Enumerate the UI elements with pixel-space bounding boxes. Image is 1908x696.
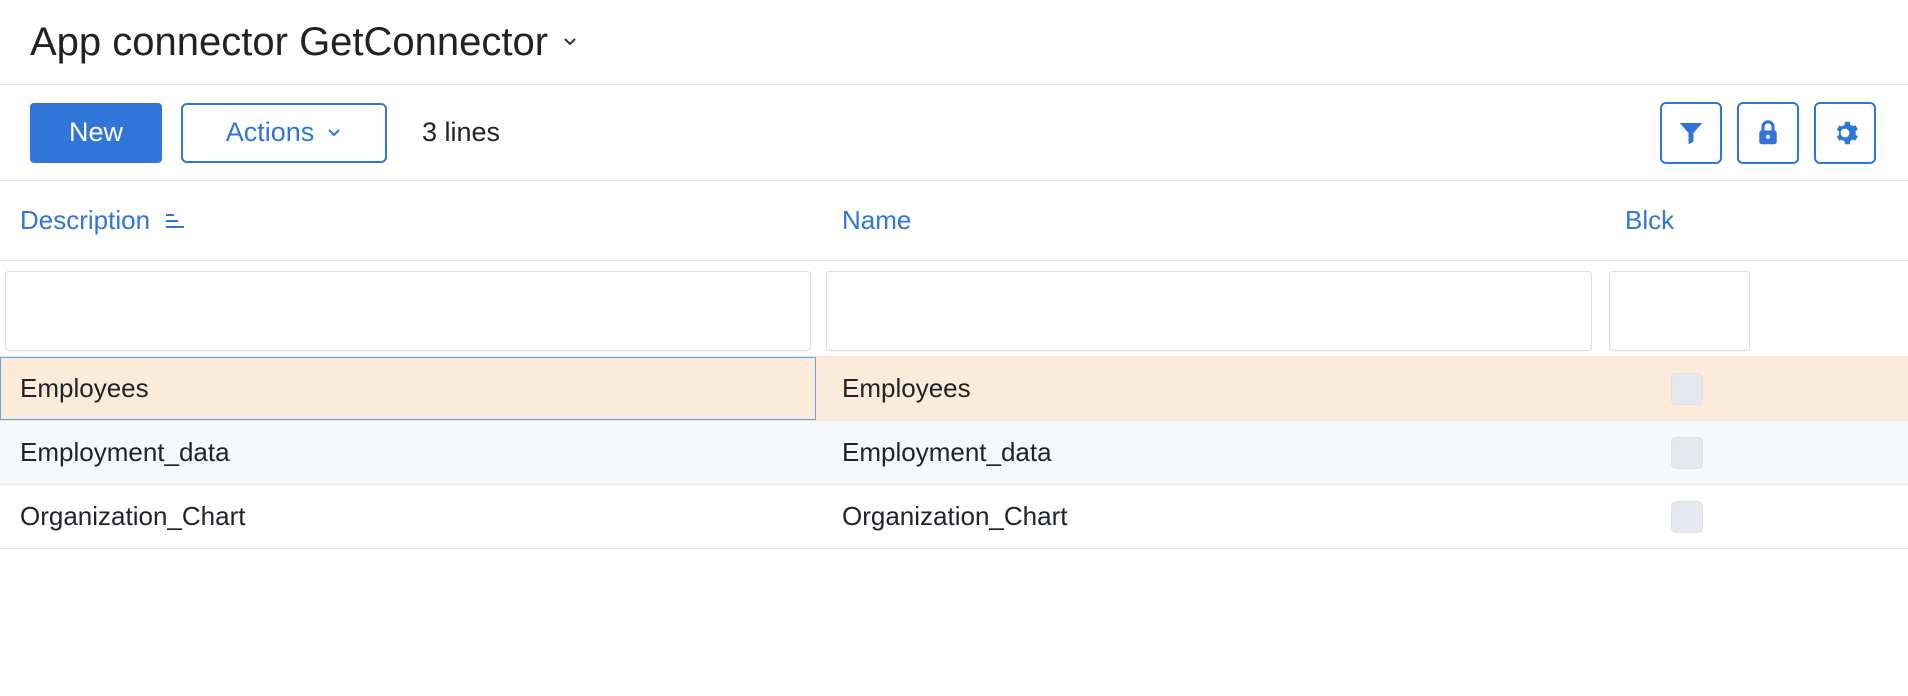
column-header-label: Blck	[1625, 205, 1675, 235]
column-header-label: Description	[20, 205, 151, 235]
blck-cell	[1669, 421, 1704, 484]
column-header-description[interactable]: Description	[20, 181, 188, 260]
line-count: 3 lines	[422, 117, 501, 147]
toolbar-icon-group	[1660, 102, 1876, 164]
lock-icon	[1759, 120, 1777, 145]
table-row[interactable]: Employees Employees	[0, 357, 1908, 421]
name-cell[interactable]: Employment_data	[842, 421, 1052, 484]
description-filter-input[interactable]	[5, 271, 811, 351]
settings-button[interactable]	[1814, 102, 1876, 164]
name-filter-input[interactable]	[826, 271, 1592, 351]
table-header: Description Name Blck	[0, 181, 1908, 261]
column-header-label: Name	[842, 205, 912, 235]
name-cell[interactable]: Organization_Chart	[842, 485, 1067, 548]
filter-row	[0, 261, 1908, 357]
actions-label: Actions	[225, 117, 315, 147]
description-cell[interactable]: Employees	[20, 357, 149, 420]
chevron-down-icon	[328, 128, 340, 136]
chevron-down-icon[interactable]	[562, 34, 578, 50]
lock-button[interactable]	[1737, 102, 1799, 164]
description-cell[interactable]: Organization_Chart	[20, 485, 245, 548]
blck-checkbox[interactable]	[1670, 372, 1703, 405]
gear-icon	[1836, 121, 1858, 145]
actions-dropdown-button[interactable]: Actions	[181, 102, 387, 163]
column-header-name[interactable]: Name	[842, 181, 911, 260]
blck-filter-input[interactable]	[1609, 271, 1750, 351]
filter-icon	[1679, 123, 1703, 145]
page-title: App connector GetConnector	[30, 19, 549, 64]
filter-button[interactable]	[1660, 102, 1722, 164]
title-bar: App connector GetConnector	[0, 0, 1908, 85]
description-cell[interactable]: Employment_data	[20, 421, 230, 484]
blck-checkbox[interactable]	[1670, 436, 1703, 469]
toolbar: New Actions 3 lines	[0, 85, 1908, 181]
blck-cell	[1669, 357, 1704, 420]
table-row[interactable]: Organization_Chart Organization_Chart	[0, 485, 1908, 549]
new-button[interactable]: New	[30, 102, 162, 163]
sort-ascending-icon	[166, 213, 185, 228]
table-row[interactable]: Employment_data Employment_data	[0, 421, 1908, 485]
blck-cell	[1669, 485, 1704, 548]
blck-checkbox[interactable]	[1670, 500, 1703, 533]
column-header-blck[interactable]: Blck	[1625, 181, 1674, 260]
name-cell[interactable]: Employees	[842, 357, 971, 420]
